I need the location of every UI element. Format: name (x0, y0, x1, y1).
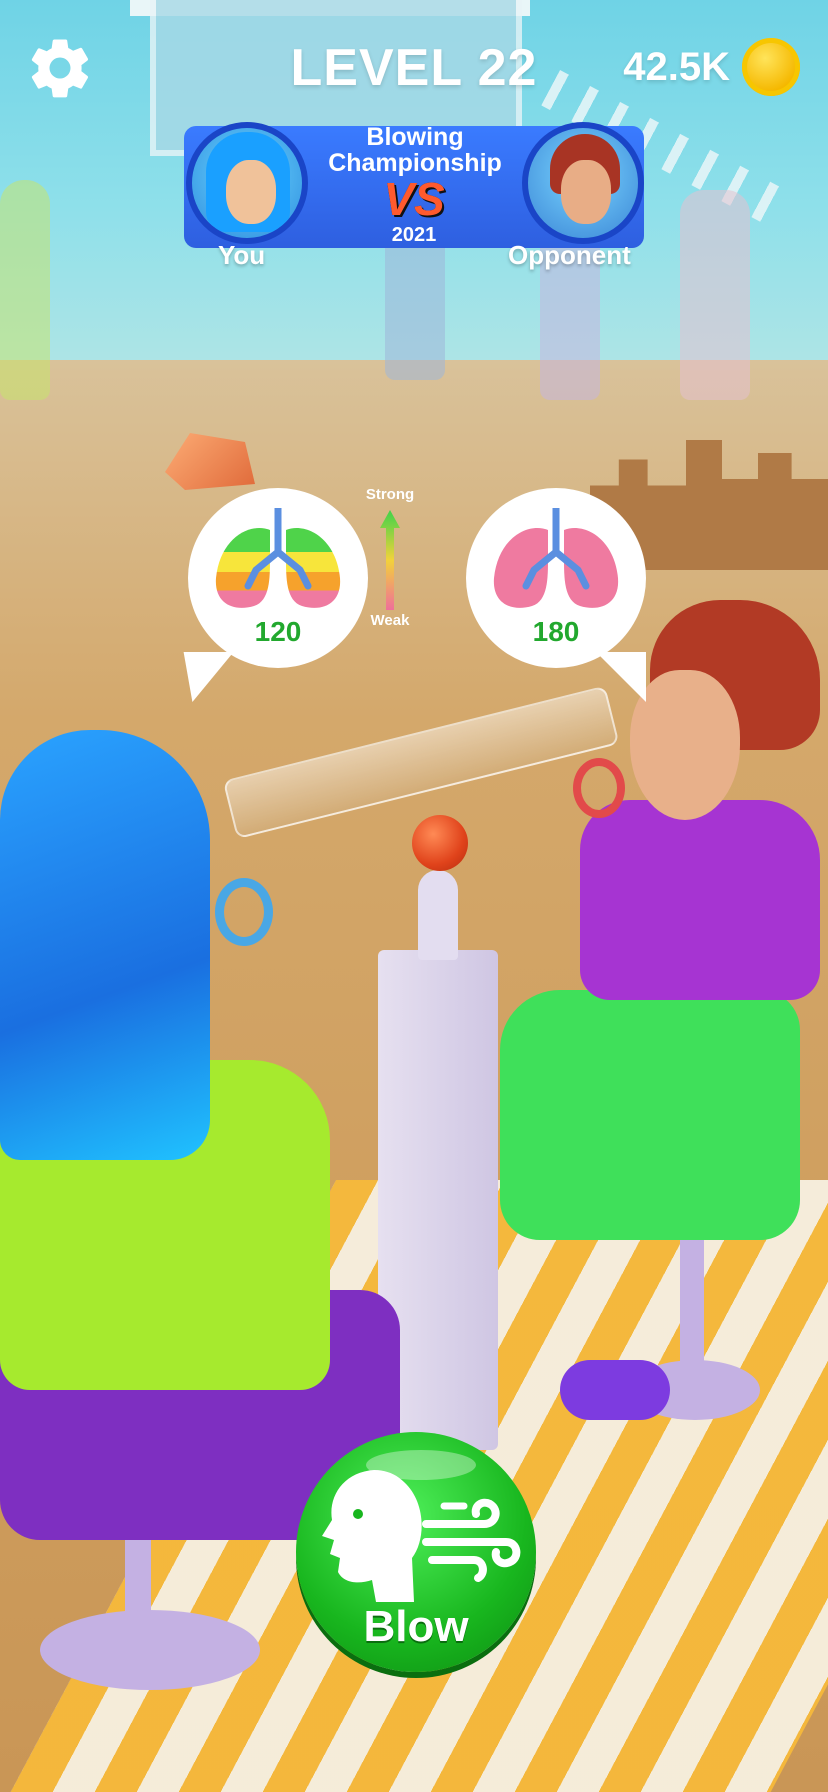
player-lung-bubble: 120 (188, 488, 368, 668)
strength-meter: Strong Weak (350, 486, 430, 629)
strength-arrow-icon (380, 510, 400, 610)
player-lung-value: 120 (254, 616, 302, 647)
blow-button[interactable]: Blow (296, 1432, 536, 1672)
player-hair (0, 730, 210, 1160)
championship-title: Blowing Championship (310, 124, 520, 176)
opponent-top (580, 800, 820, 1000)
blow-button-label: Blow (363, 1602, 469, 1651)
opponent-lung-bubble: 180 (466, 488, 646, 702)
coin-icon (742, 38, 800, 96)
pole-holder (418, 870, 458, 960)
coin-amount: 42.5K (623, 44, 730, 89)
opponent-tube-ring (573, 758, 625, 818)
strength-meter-weak-label: Weak (370, 612, 410, 629)
championship-year: 2021 (391, 224, 437, 246)
opponent-name: Opponent (508, 240, 631, 270)
coin-counter: 42.5K (623, 38, 800, 96)
blowing-face-icon (322, 1470, 521, 1602)
spectator-left (0, 180, 50, 400)
player-avatar-face (226, 160, 276, 224)
opponent-shoe (560, 1360, 670, 1420)
opponent-face (630, 670, 740, 820)
pink-lungs-icon (493, 508, 619, 608)
strength-meter-strong-label: Strong (365, 486, 415, 503)
championship-title-line1: Blowing (366, 123, 464, 151)
player-name: You (218, 240, 266, 270)
player-avatar (186, 122, 308, 244)
opponent-lung-value: 180 (532, 616, 580, 647)
opponent-avatar-face (561, 160, 611, 224)
tube-ball (412, 815, 468, 871)
spectator-right2 (680, 190, 750, 400)
opponent-pants (500, 990, 800, 1240)
opponent-avatar (522, 122, 644, 244)
rainbow-lungs-icon (215, 508, 341, 608)
player-stool-base (40, 1610, 260, 1690)
vs-label: VS (383, 173, 445, 225)
